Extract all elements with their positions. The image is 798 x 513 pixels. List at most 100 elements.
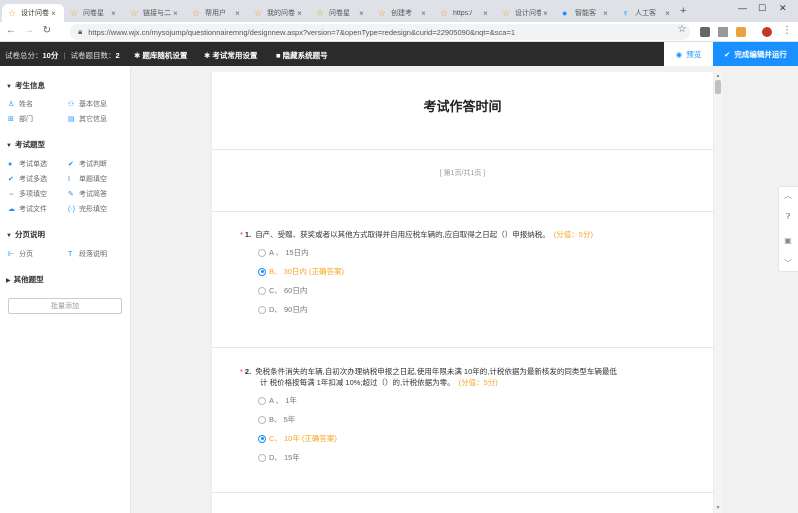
browser-tab[interactable]: ☆ 问卷星 × [64,4,124,22]
forward-arrow-icon[interactable]: → [22,25,36,36]
sidebar-item-true-false[interactable]: ✔ 考试判断 [68,159,107,169]
avatar[interactable] [762,27,772,37]
tab-label: 智能客 [575,10,596,17]
browser-tab[interactable]: ☆ 问卷星 × [310,4,372,22]
preview-button[interactable]: ◉ 预览 [664,42,713,66]
close-icon[interactable]: × [171,9,180,18]
reload-icon[interactable]: ↻ [40,25,54,36]
close-icon[interactable]: × [295,9,304,18]
browser-tab[interactable]: ● 智能客 × [556,4,616,22]
question-text: 免税条件消失的车辆,自初次办理纳税申报之日起,使用年限未满 10年的,计税依据为… [255,367,617,376]
edit-icon: ✎ [68,191,74,198]
batch-add-button[interactable]: 批量添加 [8,298,122,314]
total-score: 10分 [42,51,59,60]
cloze-icon: (·) [68,206,75,213]
option-radio-correct[interactable]: B、 30日内 (正确答案) [258,266,344,277]
chat-icon[interactable]: ▣ [778,236,798,245]
tooth-icon: ♆ [622,7,629,18]
sidebar-item-multi-blank[interactable]: ⇔ 多项填空 [8,189,47,199]
section-exam-types[interactable]: ▼ 考试题型 [6,139,45,150]
maximize-icon[interactable]: ☐ [758,3,766,14]
question-2-title[interactable]: * 2. 免税条件消失的车辆,自初次办理纳税申报之日起,使用年限未满 10年的,计税… [240,366,685,388]
scroll-up-icon[interactable]: ▲ [714,73,722,79]
radio-icon: ● [8,161,13,168]
pen-icon[interactable] [718,27,728,37]
section-page-description[interactable]: ▼ 分页说明 [6,229,45,240]
close-icon[interactable]: × [49,9,58,18]
finish-button[interactable]: ✔ 完成编辑并运行 [713,42,798,66]
bookmark-star-icon[interactable]: ☆ [675,24,689,35]
checkbox-icon: ✔ [8,176,14,183]
option-radio[interactable]: D、 90日内 [258,304,307,315]
option-radio[interactable]: A 、 15日内 [258,247,309,258]
sidebar-item-file[interactable]: ☁ 考试文件 [8,204,47,214]
close-icon[interactable]: × [601,9,610,18]
exam-settings[interactable]: ✱ 考试常用设置 [204,50,257,61]
page-title[interactable]: 考试作答时间 [211,96,714,115]
back-arrow-icon[interactable]: ← [4,25,18,36]
close-icon[interactable]: × [357,9,366,18]
required-marker: * [240,367,243,376]
sidebar-item-fill-blank[interactable]: I 单题填空 [68,174,107,184]
browser-tab[interactable]: ♆ 人工客 × [616,4,678,22]
option-radio-correct[interactable]: C、 10年 (正确答案) [258,433,337,444]
browser-tab[interactable]: ☆ https:/ × [434,4,496,22]
sidebar-item-multi-choice[interactable]: ✔ 考试多选 [8,174,47,184]
sidebar-item-other-info[interactable]: ▤ 其它信息 [68,114,107,124]
url-text: https://www.wjx.cn/mysojump/questionnair… [88,27,515,37]
section-other-types[interactable]: ▶ 其他题型 [6,274,44,285]
vertical-scrollbar[interactable] [714,72,722,513]
option-radio[interactable]: B、 5年 [258,414,295,425]
close-icon[interactable]: × [109,9,118,18]
tab-label: 我的问卷 [267,10,295,17]
multi-blank-icon: ⇔ [8,191,15,198]
arrow-down-icon[interactable]: ﹀ [778,258,798,269]
new-tab-button[interactable]: + [680,5,686,17]
arrow-up-icon[interactable]: ︿ [778,190,798,201]
check-icon: ✔ [724,49,731,59]
question-1-title[interactable]: * 1. 自产、受赠、获奖或者以其他方式取得并自用应税车辆的,应自取得之日起（）申报… [240,229,685,240]
section-candidate-info[interactable]: ▼ 考生信息 [6,80,45,91]
option-radio[interactable]: A 、 1年 [258,395,297,406]
hide-question-numbers[interactable]: ■ 隐藏系统题号 [276,50,328,61]
close-icon[interactable]: × [419,9,428,18]
question-text: 计 税价格按每满 1年扣减 10%;超过（）的,计税依据为零。 [260,378,455,387]
question-icon[interactable]: ❓︎ [778,212,798,222]
browser-tab[interactable]: ☆ 设计问卷 × [496,4,556,22]
sidebar-item-single-choice[interactable]: ● 考试单选 [8,159,47,169]
sidebar-item-cloze[interactable]: (·) 完形填空 [68,204,107,214]
divider [211,149,714,150]
close-icon[interactable]: × [541,9,550,18]
star-icon: ☆ [8,7,17,18]
browser-tab[interactable]: ☆ 帮用户 × [186,4,248,22]
sidebar-item-department[interactable]: ⊞ 部门 [8,114,33,124]
close-icon[interactable]: × [663,9,672,18]
option-radio[interactable]: D、 15年 [258,452,300,463]
extension-icon[interactable] [736,27,746,37]
sidebar-item-page-break[interactable]: ⊩ 分页 [8,249,33,259]
random-bank-settings[interactable]: ✱ 题库随机设置 [134,50,187,61]
scroll-down-icon[interactable]: ▼ [714,505,722,511]
browser-tab[interactable]: ☆ 设计问卷 × [2,4,64,22]
lock-icon: 🔒︎ [78,27,83,36]
sidebar-item-basic-info[interactable]: ⚇ 基本信息 [68,99,107,109]
scrollbar-thumb[interactable] [715,80,721,94]
browser-tab[interactable]: ☆ 创建考 × [372,4,434,22]
sidebar-item-name[interactable]: ♙ 姓名 [8,99,33,109]
address-bar[interactable]: 🔒︎ https://www.wjx.cn/mysojump/questionn… [70,24,690,40]
tab-label: 问卷星 [83,10,104,17]
close-icon[interactable]: × [481,9,490,18]
question-number: 1. [244,230,252,239]
minimize-icon[interactable]: — [738,3,747,13]
caret-down-icon: ▼ [6,143,12,149]
browser-tab[interactable]: ☆ 链接与二 × [124,4,186,22]
close-window-icon[interactable]: ✕ [779,3,787,14]
option-radio[interactable]: C、 60日内 [258,285,307,296]
menu-icon[interactable]: ⋮ [780,25,794,36]
tab-label: 问卷星 [329,10,350,17]
sidebar-item-paragraph[interactable]: T 段落说明 [68,249,107,259]
close-icon[interactable]: × [233,9,242,18]
sidebar-item-short-answer[interactable]: ✎ 考试简答 [68,189,107,199]
browser-tab[interactable]: ☆ 我的问卷 × [248,4,310,22]
extension-icon[interactable] [700,27,710,37]
